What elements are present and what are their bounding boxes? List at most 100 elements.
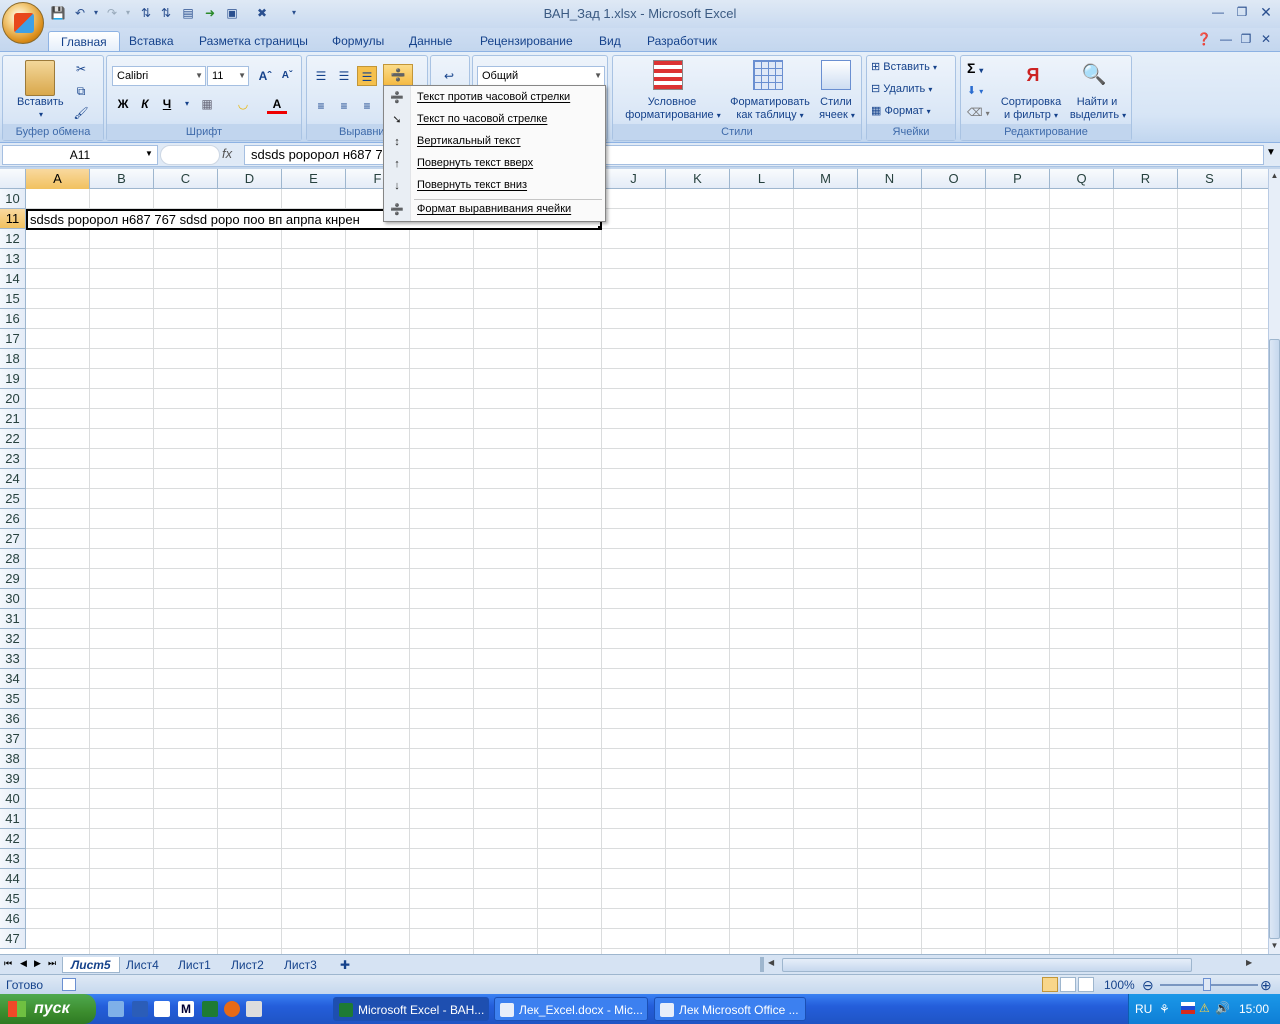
delete-cells-button[interactable]: ⊟ Удалить ▾ bbox=[871, 82, 932, 95]
row-header-37[interactable]: 37 bbox=[0, 729, 26, 749]
row-header-29[interactable]: 29 bbox=[0, 569, 26, 589]
find-select-icon[interactable]: 🔍 bbox=[1079, 62, 1109, 88]
row-header-16[interactable]: 16 bbox=[0, 309, 26, 329]
zoom-in-icon[interactable]: ⊕ bbox=[1260, 977, 1272, 994]
row-header-33[interactable]: 33 bbox=[0, 649, 26, 669]
row-header-40[interactable]: 40 bbox=[0, 789, 26, 809]
warning-icon[interactable]: ⚠ bbox=[1199, 1001, 1210, 1015]
tray-icon-1[interactable]: ⚘ bbox=[1159, 1002, 1170, 1016]
doc-minimize-icon[interactable]: — bbox=[1216, 31, 1236, 47]
tab-formulas[interactable]: Формулы bbox=[320, 31, 396, 52]
row-header-23[interactable]: 23 bbox=[0, 449, 26, 469]
format-as-table-icon[interactable] bbox=[753, 60, 783, 90]
column-header-b[interactable]: B bbox=[90, 169, 154, 189]
align-top-icon[interactable]: ☰ bbox=[311, 66, 331, 86]
cell-styles-line1[interactable]: Стили bbox=[819, 96, 853, 108]
align-right-icon[interactable]: ≡ bbox=[357, 96, 377, 116]
align-middle-icon[interactable]: ☰ bbox=[334, 66, 354, 86]
tab-home[interactable]: Главная bbox=[48, 31, 120, 52]
cells-grid[interactable] bbox=[26, 189, 1268, 954]
row-header-38[interactable]: 38 bbox=[0, 749, 26, 769]
zoom-out-icon[interactable]: ⊖ bbox=[1142, 977, 1154, 994]
format-as-table-line1[interactable]: Форматировать bbox=[725, 96, 815, 108]
row-header-22[interactable]: 22 bbox=[0, 429, 26, 449]
grow-font-icon[interactable]: Aˆ bbox=[255, 66, 275, 86]
taskbar-item-word[interactable]: Лек_Excel.docx - Mic... bbox=[494, 997, 648, 1021]
align-bottom-icon[interactable]: ☰ bbox=[357, 66, 377, 86]
sort-filter-line1[interactable]: Сортировка bbox=[995, 96, 1067, 108]
underline-button[interactable]: Ч bbox=[157, 94, 177, 114]
tab-data[interactable]: Данные bbox=[397, 31, 464, 52]
row-header-45[interactable]: 45 bbox=[0, 889, 26, 909]
row-header-15[interactable]: 15 bbox=[0, 289, 26, 309]
tab-insert[interactable]: Вставка bbox=[117, 31, 186, 52]
taskbar-item-word-2[interactable]: Лек Microsoft Office ... bbox=[654, 997, 806, 1021]
row-header-39[interactable]: 39 bbox=[0, 769, 26, 789]
row-header-18[interactable]: 18 bbox=[0, 349, 26, 369]
column-header-k[interactable]: K bbox=[666, 169, 730, 189]
align-left-icon[interactable]: ≡ bbox=[311, 96, 331, 116]
quicklaunch-excel-icon[interactable] bbox=[202, 1001, 218, 1017]
column-header-a[interactable]: A bbox=[26, 169, 90, 189]
zoom-slider-thumb[interactable] bbox=[1203, 978, 1211, 991]
row-header-36[interactable]: 36 bbox=[0, 709, 26, 729]
sheet-tab-4[interactable]: Лист4 bbox=[118, 957, 167, 973]
quicklaunch-icon-7[interactable] bbox=[246, 1001, 262, 1017]
conditional-formatting-line1[interactable]: Условное bbox=[627, 96, 717, 108]
next-sheet-icon[interactable]: ▶ bbox=[34, 958, 41, 969]
scroll-right-icon[interactable]: ▶ bbox=[1246, 958, 1252, 967]
vertical-scroll-thumb[interactable] bbox=[1269, 339, 1280, 939]
row-header-28[interactable]: 28 bbox=[0, 549, 26, 569]
keyboard-layout-icon[interactable] bbox=[1181, 1002, 1195, 1014]
wrap-text-icon[interactable]: ↩ bbox=[439, 66, 459, 86]
select-all-corner[interactable] bbox=[0, 169, 26, 189]
row-header-46[interactable]: 46 bbox=[0, 909, 26, 929]
language-indicator[interactable]: RU bbox=[1135, 1002, 1152, 1016]
normal-view-icon[interactable] bbox=[1042, 977, 1058, 992]
row-header-24[interactable]: 24 bbox=[0, 469, 26, 489]
menu-item-rotate-down[interactable]: ↓ Повернуть текст вниз bbox=[384, 175, 605, 197]
find-select-line2[interactable]: выделить ▾ bbox=[1065, 109, 1131, 121]
sort-filter-icon[interactable]: Я bbox=[1017, 60, 1049, 90]
row-header-32[interactable]: 32 bbox=[0, 629, 26, 649]
row-header-21[interactable]: 21 bbox=[0, 409, 26, 429]
menu-item-vertical[interactable]: ↕ Вертикальный текст bbox=[384, 131, 605, 153]
fill-color-icon[interactable]: ◡ bbox=[233, 94, 253, 114]
column-header-e[interactable]: E bbox=[282, 169, 346, 189]
row-header-14[interactable]: 14 bbox=[0, 269, 26, 289]
tab-developer[interactable]: Разработчик bbox=[635, 31, 729, 52]
row-header-35[interactable]: 35 bbox=[0, 689, 26, 709]
name-box-dropdown-icon[interactable]: ▼ bbox=[145, 149, 153, 158]
shrink-font-icon[interactable]: Aˇ bbox=[277, 66, 297, 86]
macro-record-icon[interactable] bbox=[62, 978, 76, 991]
bold-button[interactable]: Ж bbox=[113, 94, 133, 114]
quicklaunch-m-icon[interactable]: M bbox=[178, 1001, 194, 1017]
tab-page-layout[interactable]: Разметка страницы bbox=[187, 31, 320, 52]
quicklaunch-firefox-icon[interactable] bbox=[224, 1001, 240, 1017]
expand-formula-icon[interactable]: ▼ bbox=[1266, 147, 1276, 158]
row-header-19[interactable]: 19 bbox=[0, 369, 26, 389]
page-layout-view-icon[interactable] bbox=[1060, 977, 1076, 992]
column-header-r[interactable]: R bbox=[1114, 169, 1178, 189]
menu-item-cw[interactable]: ➘ Текст по часовой стрелке bbox=[384, 109, 605, 131]
column-header-j[interactable]: J bbox=[602, 169, 666, 189]
row-header-31[interactable]: 31 bbox=[0, 609, 26, 629]
row-header-11[interactable]: 11 bbox=[0, 209, 26, 229]
font-name-combo[interactable]: Calibri ▼ bbox=[112, 66, 206, 86]
tab-view[interactable]: Вид bbox=[587, 31, 633, 52]
vertical-scrollbar[interactable]: ▲ ▼ bbox=[1268, 169, 1280, 954]
column-header-n[interactable]: N bbox=[858, 169, 922, 189]
row-header-30[interactable]: 30 bbox=[0, 589, 26, 609]
clear-icon[interactable]: ⌫ ▾ bbox=[967, 106, 990, 119]
scroll-left-icon[interactable]: ◀ bbox=[768, 958, 774, 967]
scroll-up-icon[interactable]: ▲ bbox=[1269, 169, 1280, 183]
row-header-17[interactable]: 17 bbox=[0, 329, 26, 349]
sheet-tab-5[interactable]: Лист5 bbox=[62, 957, 120, 973]
tab-review[interactable]: Рецензирование bbox=[468, 31, 585, 52]
paste-button[interactable]: Вставить bbox=[17, 96, 64, 108]
scroll-down-icon[interactable]: ▼ bbox=[1269, 939, 1280, 953]
prev-sheet-icon[interactable]: ◀ bbox=[20, 958, 27, 969]
column-header-o[interactable]: O bbox=[922, 169, 986, 189]
paste-dropdown-icon[interactable]: ▾ bbox=[39, 110, 43, 119]
column-header-l[interactable]: L bbox=[730, 169, 794, 189]
